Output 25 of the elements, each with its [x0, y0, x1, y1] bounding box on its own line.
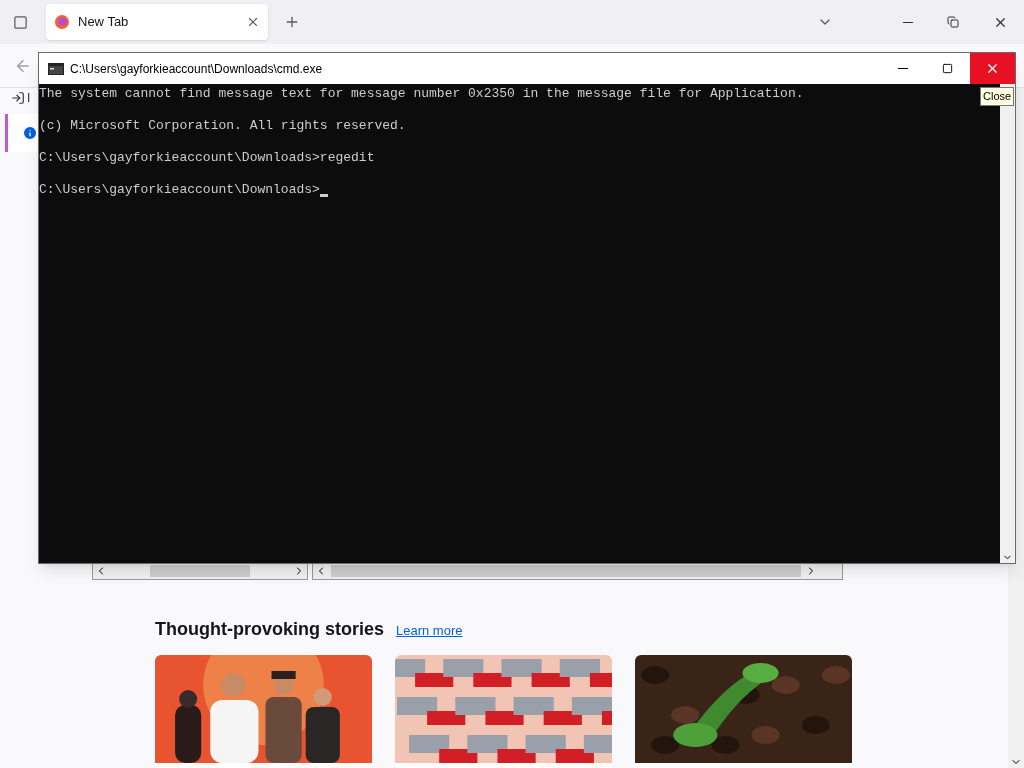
console-line: (c) Microsoft Corporation. All rights reserved. — [39, 118, 406, 134]
console-line: The system cannot find message text for message number 0x2350 in the message file for Application. — [39, 86, 804, 102]
close-icon[interactable] — [246, 15, 260, 29]
scroll-thumb[interactable] — [150, 565, 250, 577]
sign-in-icon[interactable] — [11, 91, 25, 105]
maximize-icon — [942, 63, 953, 74]
tab-title: New Tab — [78, 13, 130, 32]
minimize-icon — [897, 68, 908, 69]
sign-in-label[interactable]: I — [27, 89, 31, 107]
new-tab-icon[interactable] — [284, 14, 300, 30]
minimize-icon[interactable] — [903, 21, 913, 23]
browser-tab[interactable]: New Tab — [46, 4, 268, 40]
restore-icon[interactable] — [947, 16, 959, 28]
console-icon — [48, 62, 64, 75]
tooltip: Close — [980, 87, 1015, 106]
section-heading: Thought-provoking stories — [155, 618, 384, 641]
console-line: C:\Users\gayforkieaccount\Downloads>regedit — [39, 150, 375, 166]
browser-logo-icon — [54, 14, 70, 30]
info-icon — [22, 125, 38, 141]
close-icon — [985, 61, 1000, 76]
window-title: C:\Users\gayforkieaccount\Downloads\cmd.exe — [70, 60, 324, 78]
text-cursor — [319, 194, 328, 197]
scroll-thumb[interactable] — [331, 565, 801, 577]
learn-more-link[interactable]: Learn more — [396, 621, 463, 641]
console-line: C:\Users\gayforkieaccount\Downloads> — [39, 182, 320, 198]
